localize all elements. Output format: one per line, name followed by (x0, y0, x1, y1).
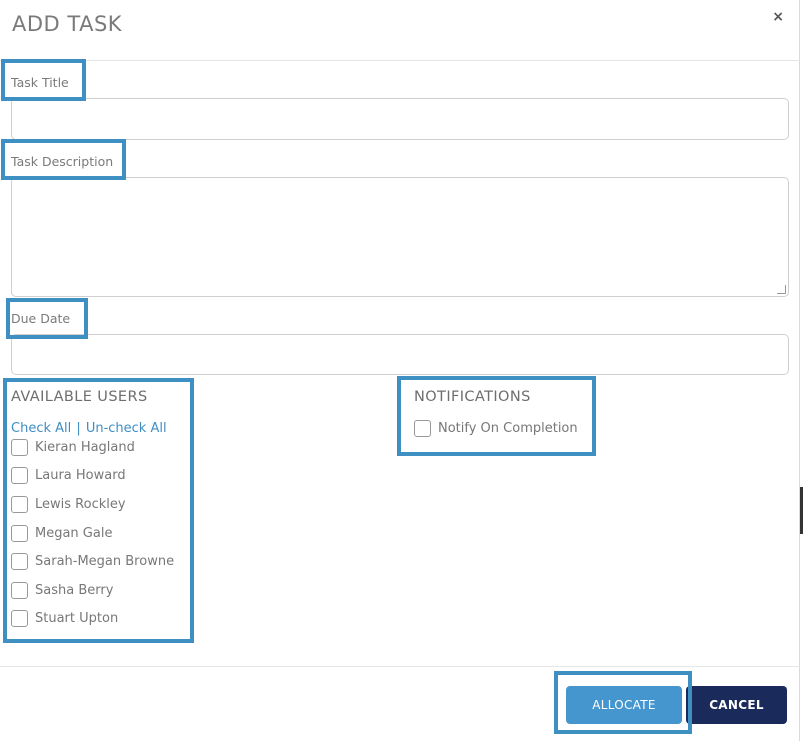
task-title-input[interactable] (11, 98, 789, 140)
add-task-dialog: ADD TASK × Task Title Task Description D… (0, 0, 800, 741)
dialog-header: ADD TASK × (0, 0, 800, 61)
resize-handle-icon[interactable] (777, 285, 786, 294)
highlight-box (3, 378, 194, 643)
highlight-box (1, 139, 126, 180)
highlight-box (1, 59, 86, 101)
highlight-box (554, 671, 692, 734)
close-icon[interactable]: × (772, 10, 784, 24)
due-date-input[interactable] (11, 334, 789, 375)
highlight-box (6, 298, 88, 339)
dialog-title: ADD TASK (12, 12, 123, 36)
cancel-button[interactable]: CANCEL (686, 686, 787, 724)
task-description-textarea[interactable] (11, 177, 789, 297)
highlight-box (397, 376, 596, 456)
